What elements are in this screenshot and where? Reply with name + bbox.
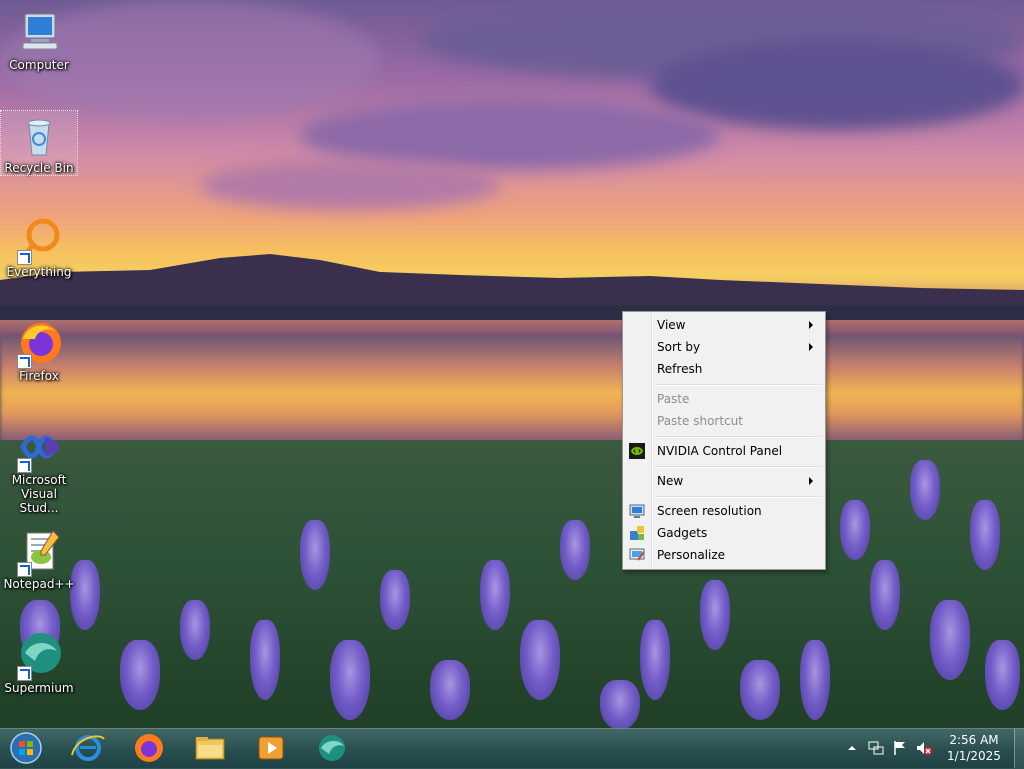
clock-time: 2:56 AM: [949, 733, 999, 747]
everything-search-icon: [15, 215, 63, 265]
start-button[interactable]: [6, 731, 46, 765]
menu-item-new[interactable]: New: [625, 470, 823, 492]
internet-explorer-icon: [71, 735, 105, 761]
windows-orb-icon: [10, 732, 42, 764]
desktop-context-menu: View Sort by Refresh Paste Paste shortcu…: [622, 311, 826, 570]
menu-separator: [654, 496, 822, 498]
menu-item-refresh[interactable]: Refresh: [625, 358, 823, 380]
menu-item-label: New: [657, 474, 684, 488]
menu-separator: [654, 466, 822, 468]
menu-item-nvidia-control-panel[interactable]: NVIDIA Control Panel: [625, 440, 823, 462]
menu-separator: [654, 384, 822, 386]
menu-item-label: Gadgets: [657, 526, 708, 540]
desktop-icon-label: Supermium: [4, 681, 74, 695]
network-tray-icon[interactable]: [868, 740, 884, 756]
menu-item-label: Refresh: [657, 362, 703, 376]
menu-item-label: Personalize: [657, 548, 726, 562]
monitor-icon: [629, 503, 645, 519]
shortcut-arrow-icon: [17, 458, 32, 473]
show-hidden-icons-button[interactable]: [844, 740, 860, 756]
clock-date: 1/1/2025: [947, 749, 1001, 763]
menu-item-label: Sort by: [657, 340, 701, 354]
desktop-icon-firefox[interactable]: Firefox: [1, 319, 77, 383]
nvidia-icon: [629, 443, 645, 459]
chevron-up-icon: [848, 746, 856, 750]
network-icon: [868, 741, 884, 755]
desktop-icon-supermium[interactable]: Supermium: [1, 631, 77, 695]
menu-item-personalize[interactable]: Personalize: [625, 544, 823, 566]
menu-item-sort-by[interactable]: Sort by: [625, 336, 823, 358]
desktop-icon-visual-studio[interactable]: Microsoft Visual Stud...: [1, 423, 77, 515]
desktop-icon-computer[interactable]: Computer: [1, 8, 77, 72]
shortcut-arrow-icon: [17, 354, 32, 369]
desktop-icon-everything[interactable]: Everything: [1, 215, 77, 279]
menu-item-label: View: [657, 318, 686, 332]
action-center-tray-icon[interactable]: [892, 740, 908, 756]
taskbar-firefox[interactable]: [127, 731, 171, 765]
menu-item-label: NVIDIA Control Panel: [657, 444, 783, 458]
menu-item-label: Screen resolution: [657, 504, 762, 518]
taskbar-file-explorer[interactable]: [188, 731, 232, 765]
shortcut-arrow-icon: [17, 250, 32, 265]
supermium-icon: [15, 631, 63, 681]
personalize-icon: [629, 547, 645, 563]
gadgets-icon: [629, 525, 645, 541]
recycle-bin-icon: [15, 111, 63, 159]
desktop-icon-label: Firefox: [19, 369, 59, 383]
menu-separator: [654, 436, 822, 438]
notepad-plus-plus-icon: [15, 527, 63, 577]
firefox-icon: [135, 734, 163, 762]
shortcut-arrow-icon: [17, 666, 32, 681]
taskbar-clock[interactable]: 2:56 AM 1/1/2025: [940, 732, 1008, 764]
submenu-arrow-icon: [809, 321, 813, 329]
supermium-icon: [319, 735, 345, 761]
shortcut-arrow-icon: [17, 562, 32, 577]
media-player-icon: [258, 736, 284, 760]
menu-item-gadgets[interactable]: Gadgets: [625, 522, 823, 544]
submenu-arrow-icon: [809, 477, 813, 485]
menu-item-view[interactable]: View: [625, 314, 823, 336]
flag-icon: [894, 741, 905, 755]
firefox-icon: [15, 319, 63, 369]
taskbar-supermium[interactable]: [310, 731, 354, 765]
desktop-icon-label: Microsoft Visual Stud...: [11, 473, 67, 515]
menu-item-paste: Paste: [625, 388, 823, 410]
desktop-icon-label: Everything: [6, 265, 72, 279]
menu-item-label: Paste shortcut: [657, 414, 743, 428]
desktop-icon-notepad-plus-plus[interactable]: Notepad++: [1, 527, 77, 591]
volume-muted-icon: [917, 742, 932, 755]
visual-studio-icon: [15, 423, 63, 473]
desktop-wallpaper[interactable]: [0, 0, 1024, 768]
show-desktop-button[interactable]: [1014, 729, 1024, 768]
desktop-icon-label: Recycle Bin: [4, 161, 74, 175]
volume-tray-icon[interactable]: [916, 740, 932, 756]
desktop-icon-label: Notepad++: [3, 577, 75, 591]
menu-item-label: Paste: [657, 392, 690, 406]
submenu-arrow-icon: [809, 343, 813, 351]
menu-item-screen-resolution[interactable]: Screen resolution: [625, 500, 823, 522]
desktop-icon-label: Computer: [9, 58, 69, 72]
file-explorer-icon: [195, 737, 225, 760]
taskbar-media-player[interactable]: [249, 731, 293, 765]
desktop-icon-recycle-bin[interactable]: Recycle Bin: [0, 110, 78, 176]
menu-item-paste-shortcut: Paste shortcut: [625, 410, 823, 432]
taskbar-internet-explorer[interactable]: [66, 731, 110, 765]
computer-icon: [15, 8, 63, 56]
